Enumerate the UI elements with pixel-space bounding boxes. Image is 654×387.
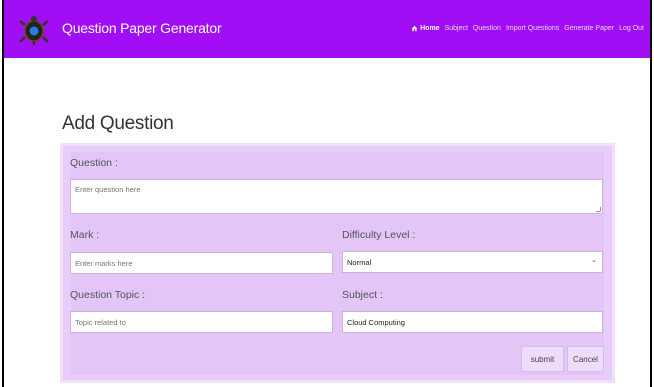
nav-item-import-questions[interactable]: Import Questions xyxy=(506,25,559,32)
nav-item-log-out[interactable]: Log Out xyxy=(619,25,644,32)
difficulty-select[interactable]: Normal ⌄ xyxy=(342,251,603,273)
nav-item-home[interactable]: Home xyxy=(411,25,440,32)
cancel-button[interactable]: Cancel xyxy=(567,346,604,372)
nav-item-subject[interactable]: Subject xyxy=(445,25,468,32)
tortoise-logo-icon[interactable] xyxy=(18,14,50,46)
brand-title[interactable]: Question Paper Generator xyxy=(62,20,222,36)
top-navbar: Question Paper Generator Home Subject Qu… xyxy=(4,0,650,58)
resize-handle-icon[interactable] xyxy=(596,207,601,212)
subject-input[interactable]: Cloud Computing xyxy=(342,311,603,333)
mark-placeholder: Enter marks here xyxy=(75,258,133,268)
topic-label: Question Topic : xyxy=(70,289,146,301)
nav-item-home-label: Home xyxy=(420,25,440,32)
difficulty-value: Normal xyxy=(347,257,372,267)
main-nav: Home Subject Question Import Questions G… xyxy=(411,25,644,32)
nav-item-question[interactable]: Question xyxy=(473,25,501,32)
page-frame: Question Paper Generator Home Subject Qu… xyxy=(2,0,652,387)
nav-item-generate-paper[interactable]: Generate Paper xyxy=(564,25,614,32)
question-textarea[interactable]: Enter question here xyxy=(70,179,603,214)
subject-value: Cloud Computing xyxy=(347,317,405,327)
mark-input[interactable]: Enter marks here xyxy=(70,252,333,274)
submit-button[interactable]: submit xyxy=(521,346,564,372)
subject-label: Subject : xyxy=(342,289,383,301)
home-icon xyxy=(411,25,418,32)
question-label: Question : xyxy=(70,157,118,169)
topic-input[interactable]: Topic related to xyxy=(70,311,333,333)
question-placeholder: Enter question here xyxy=(75,185,141,194)
page-title: Add Question xyxy=(62,113,174,134)
mark-label: Mark : xyxy=(70,229,100,241)
topic-placeholder: Topic related to xyxy=(75,317,126,327)
chevron-down-icon: ⌄ xyxy=(591,257,597,264)
difficulty-label: Difficulty Level : xyxy=(342,229,416,241)
